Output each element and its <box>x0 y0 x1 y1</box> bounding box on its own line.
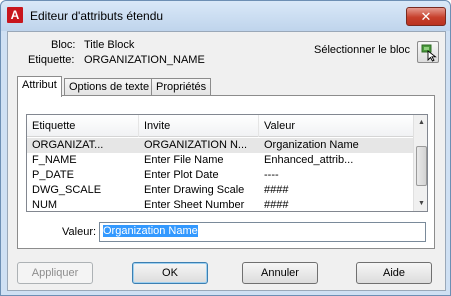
column-header-tag[interactable]: Etiquette <box>27 115 139 137</box>
select-block-icon <box>421 44 437 62</box>
block-label: Bloc: <box>51 39 76 51</box>
row-prompt: Enter Sheet Number <box>144 199 245 211</box>
scroll-down-icon[interactable]: ▼ <box>414 196 427 211</box>
value-input-text: Organization Name <box>103 225 198 237</box>
apply-button[interactable]: Appliquer <box>17 262 93 284</box>
list-header: Etiquette Invite Valeur <box>27 115 413 137</box>
value-input[interactable]: Organization Name <box>99 222 426 242</box>
row-value: ---- <box>264 169 279 181</box>
row-prompt: Enter Plot Date <box>144 169 219 181</box>
table-row[interactable]: DWG_SCALE Enter Drawing Scale #### <box>27 183 413 198</box>
tag-value: ORGANIZATION_NAME <box>84 54 205 66</box>
close-button[interactable]: ✕ <box>406 7 446 26</box>
attribute-list[interactable]: Etiquette Invite Valeur ORGANIZAT... ORG… <box>26 114 428 212</box>
row-value: Organization Name <box>264 139 359 151</box>
title-bar[interactable]: A Editeur d'attributs étendu ✕ <box>1 1 450 31</box>
row-prompt: ORGANIZATION N... <box>144 139 248 151</box>
help-button[interactable]: Aide <box>356 262 432 284</box>
select-block-button[interactable] <box>417 41 439 63</box>
row-tag: F_NAME <box>32 154 77 166</box>
row-tag: ORGANIZAT... <box>32 139 104 151</box>
tab-attribut[interactable]: Attribut <box>17 76 62 97</box>
tab-properties[interactable]: Propriétés <box>151 78 212 96</box>
row-prompt: Enter File Name <box>144 154 224 166</box>
dialog-window: A Editeur d'attributs étendu ✕ Bloc: Tit… <box>0 0 451 296</box>
scroll-thumb[interactable] <box>416 146 427 186</box>
table-row[interactable]: P_DATE Enter Plot Date ---- <box>27 168 413 183</box>
tag-label: Etiquette: <box>28 54 75 66</box>
list-rows: ORGANIZAT... ORGANIZATION N... Organizat… <box>27 138 413 211</box>
table-row[interactable]: F_NAME Enter File Name Enhanced_attrib..… <box>27 153 413 168</box>
autocad-logo-icon: A <box>7 7 23 23</box>
cancel-button[interactable]: Annuler <box>242 262 318 284</box>
row-prompt: Enter Drawing Scale <box>144 184 245 196</box>
window-title: Editeur d'attributs étendu <box>30 9 164 23</box>
table-row[interactable]: NUM Enter Sheet Number #### <box>27 198 413 211</box>
row-value: Enhanced_attrib... <box>264 154 354 166</box>
select-block-label: Sélectionner le bloc <box>314 44 411 56</box>
block-value: Title Block <box>84 39 135 51</box>
row-tag: NUM <box>32 199 58 211</box>
row-tag: DWG_SCALE <box>32 184 102 196</box>
value-label: Valeur: <box>62 226 97 238</box>
row-value: #### <box>264 199 289 211</box>
list-scrollbar[interactable]: ▲ ▼ <box>413 115 427 211</box>
ok-button[interactable]: OK <box>132 262 208 284</box>
tab-text-options[interactable]: Options de texte <box>64 78 155 96</box>
column-header-value[interactable]: Valeur <box>259 115 413 137</box>
table-row[interactable]: ORGANIZAT... ORGANIZATION N... Organizat… <box>27 138 413 153</box>
row-value: #### <box>264 184 289 196</box>
dialog-body: Bloc: Title Block Etiquette: ORGANIZATIO… <box>7 31 446 291</box>
scroll-up-icon[interactable]: ▲ <box>414 115 427 130</box>
row-tag: P_DATE <box>32 169 74 181</box>
column-header-prompt[interactable]: Invite <box>139 115 259 137</box>
